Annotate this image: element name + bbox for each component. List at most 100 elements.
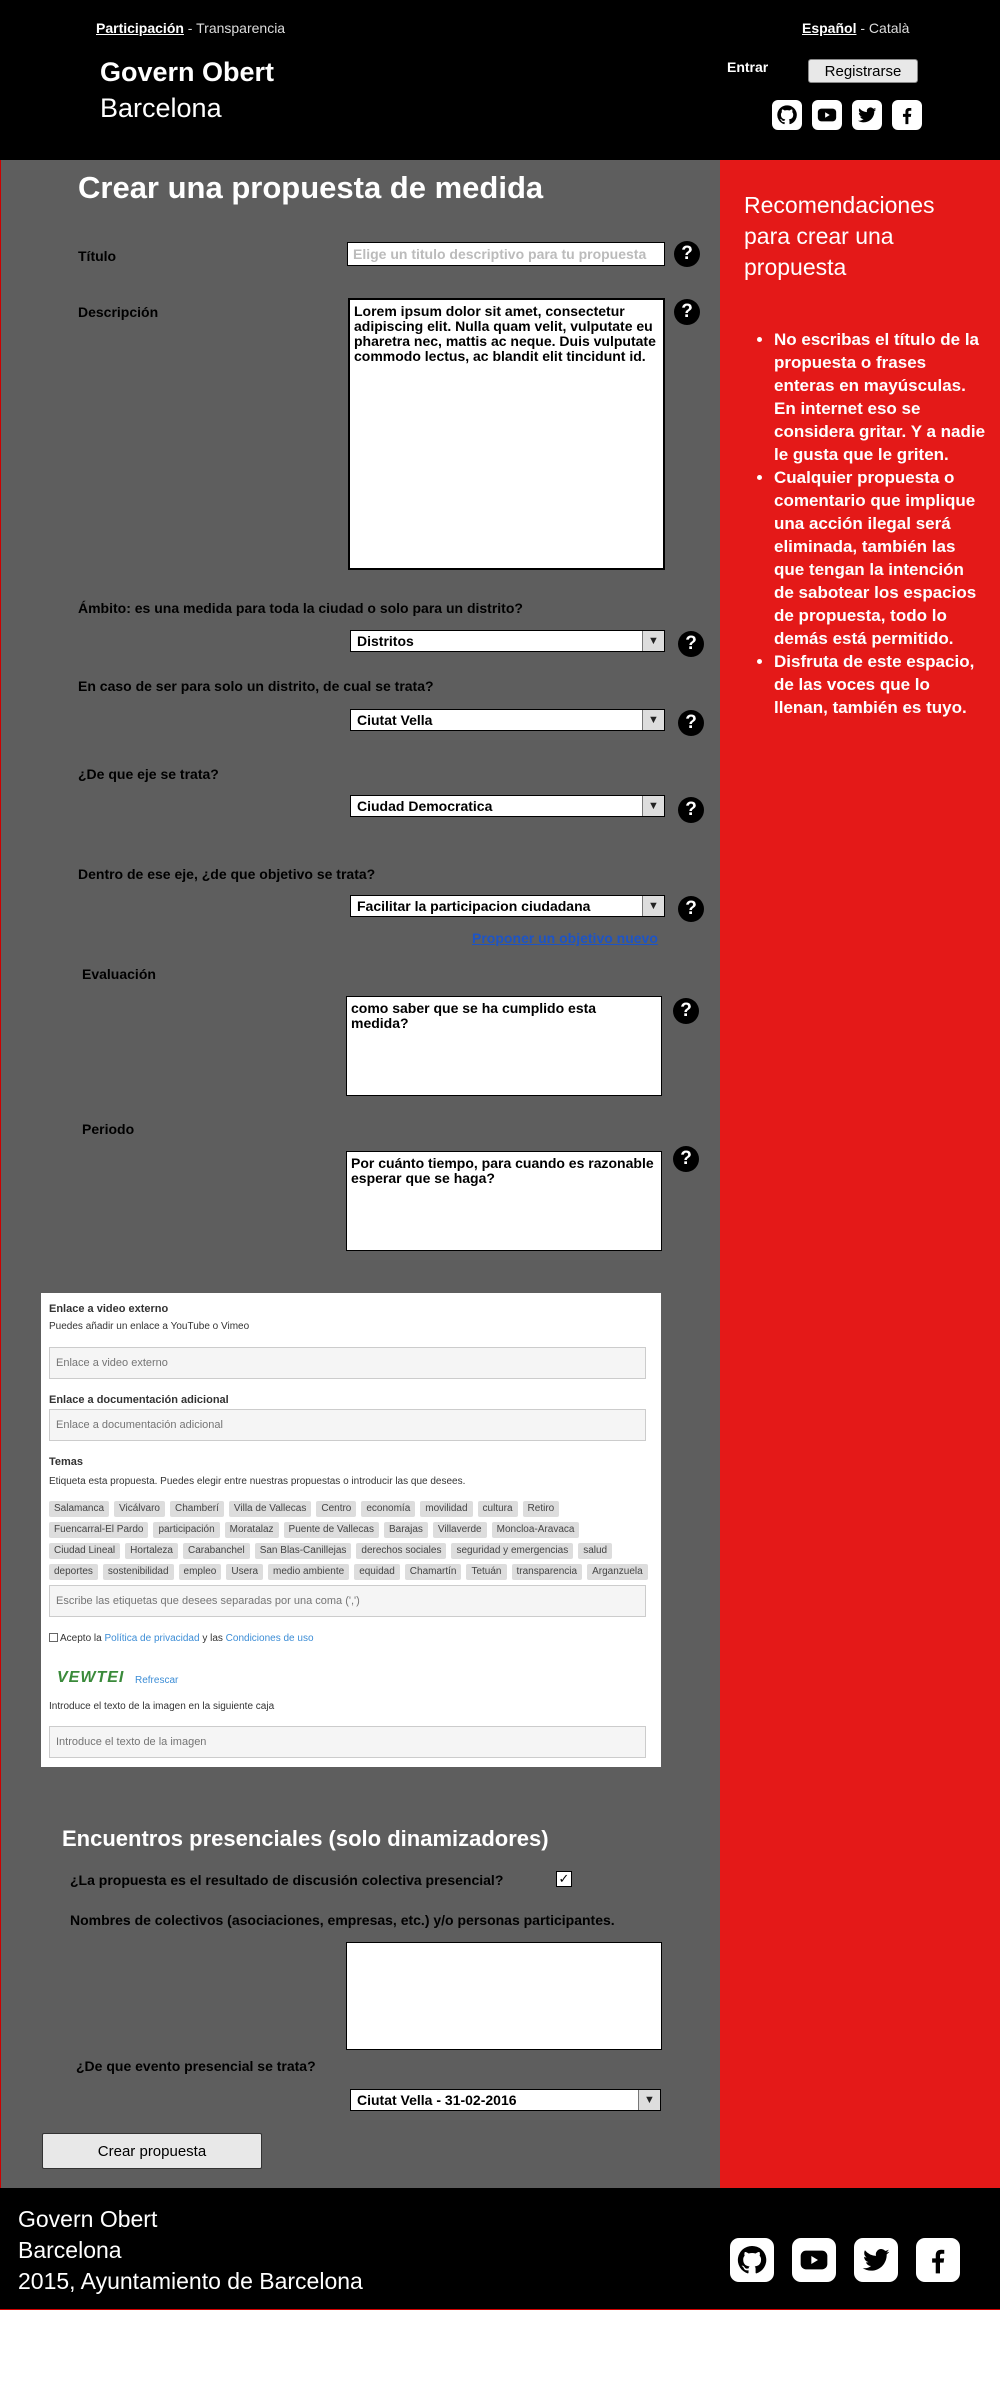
distrito-label: En caso de ser para solo un distrito, de… [78,678,434,694]
tags-input[interactable] [49,1585,646,1617]
eje-select[interactable]: Ciudad Democratica ▼ [350,795,665,817]
youtube-icon[interactable] [792,2238,836,2282]
facebook-icon[interactable] [892,100,922,130]
help-icon[interactable]: ? [678,896,704,922]
transparencia-link[interactable]: Transparencia [196,20,285,36]
tag-chip[interactable]: economía [361,1501,416,1517]
descripcion-textarea[interactable] [348,298,665,570]
tag-chip[interactable]: participación [153,1522,220,1538]
logo-line1: Govern Obert [100,57,275,87]
tag-chip[interactable]: Hortaleza [125,1543,178,1559]
captcha-image: VEWTEI [57,1669,125,1686]
tag-chip[interactable]: Barajas [383,1522,428,1538]
help-icon[interactable]: ? [678,631,704,657]
distrito-select[interactable]: Ciutat Vella ▼ [350,709,665,731]
tag-chip[interactable]: cultura [477,1501,518,1517]
proponer-objetivo-link[interactable]: Proponer un objetivo nuevo [472,930,658,946]
help-icon[interactable]: ? [674,241,700,267]
tag-chip[interactable]: empleo [178,1564,222,1580]
help-icon[interactable]: ? [673,998,699,1024]
help-icon[interactable]: ? [674,299,700,325]
facebook-icon[interactable] [916,2238,960,2282]
tag-chip[interactable]: equidad [354,1564,400,1580]
tag-chip[interactable]: medio ambiente [268,1564,350,1580]
titulo-label: Título [78,248,117,264]
participacion-link[interactable]: Participación [96,20,184,36]
ambito-label: Ámbito: es una medida para toda la ciuda… [78,600,523,616]
captcha-input[interactable] [49,1726,646,1758]
tag-chip[interactable]: Tetuán [466,1564,507,1580]
colectiva-checkbox[interactable]: ✓ [556,1871,572,1887]
objetivo-label: Dentro de ese eje, ¿de que objetivo se t… [78,866,376,882]
temas-help: Etiqueta esta propuesta. Puedes elegir e… [49,1476,466,1487]
eje-selected: Ciudad Democratica [357,798,493,814]
ambito-selected: Distritos [357,633,414,649]
tag-chip[interactable]: Ciudad Lineal [49,1543,121,1559]
video-input[interactable] [49,1347,646,1379]
dropdown-arrow-icon: ▼ [642,896,664,916]
titulo-input[interactable] [347,242,665,266]
register-button[interactable]: Registrarse [808,59,918,83]
ambito-select[interactable]: Distritos ▼ [350,630,665,652]
tag-chip[interactable]: Fuencarral-El Pardo [49,1522,149,1538]
periodo-textarea[interactable] [346,1151,662,1251]
nav-separator: - [183,20,197,36]
privacy-link[interactable]: Política de privacidad [104,1633,199,1644]
conditions-link[interactable]: Condiciones de uso [226,1633,314,1644]
help-icon[interactable]: ? [678,710,704,736]
help-icon[interactable]: ? [673,1146,699,1172]
crear-propuesta-button[interactable]: Crear propuesta [42,2133,262,2169]
twitter-icon[interactable] [854,2238,898,2282]
tag-chip[interactable]: transparencia [511,1564,583,1580]
tag-chip[interactable]: Chamartín [404,1564,462,1580]
top-nav: Participación - Transparencia [96,20,285,36]
evaluacion-label: Evaluación [82,966,156,982]
tag-chip[interactable]: Moncloa-Aravaca [491,1522,580,1538]
tag-chip[interactable]: Vicálvaro [114,1501,165,1517]
login-link[interactable]: Entrar [727,59,768,75]
tag-chip[interactable]: Usera [226,1564,264,1580]
tag-chip[interactable]: Centro [316,1501,357,1517]
colectivos-label: Nombres de colectivos (asociaciones, emp… [70,1912,615,1928]
tag-chip[interactable]: movilidad [420,1501,473,1517]
tag-chip[interactable]: Chamberí [169,1501,224,1517]
doc-input[interactable] [49,1409,646,1441]
lang-espanol[interactable]: Español [802,20,856,36]
twitter-icon[interactable] [852,100,882,130]
footer-line2: Barcelona [18,2237,122,2263]
evaluacion-textarea[interactable] [346,996,662,1096]
recommendations-list: No escribas el título de la propuesta o … [774,328,986,719]
help-icon[interactable]: ? [678,797,704,823]
dropdown-arrow-icon: ▼ [642,796,664,816]
evento-select[interactable]: Ciutat Vella - 31-02-2016 ▼ [350,2089,661,2111]
colectivos-textarea[interactable] [346,1942,662,2050]
tag-chip[interactable]: Puente de Vallecas [283,1522,379,1538]
tag-chip[interactable]: Moratalaz [224,1522,279,1538]
lang-catala[interactable]: Català [869,20,909,36]
lang-separator: - [856,20,869,36]
tag-chip[interactable]: Carabanchel [182,1543,250,1559]
github-icon[interactable] [730,2238,774,2282]
captcha-refresh-link[interactable]: Refrescar [135,1675,178,1686]
tag-chip[interactable]: seguridad y emergencias [451,1543,574,1559]
site-logo[interactable]: Govern Obert Barcelona [100,54,274,126]
page-title: Crear una propuesta de medida [78,170,544,205]
tag-chip[interactable]: derechos sociales [356,1543,447,1559]
tag-chip[interactable]: San Blas-Canillejas [254,1543,352,1559]
periodo-label: Periodo [82,1121,135,1137]
objetivo-select[interactable]: Facilitar la participacion ciudadana ▼ [350,895,665,917]
tag-chip[interactable]: Retiro [522,1501,560,1517]
accept-checkbox[interactable] [49,1633,58,1642]
tag-chip[interactable]: salud [578,1543,613,1559]
tag-chip[interactable]: Salamanca [49,1501,110,1517]
github-icon[interactable] [772,100,802,130]
tag-chip[interactable]: sostenibilidad [102,1564,174,1580]
recommendations-sidebar: Recomendaciones para crear una propuesta… [720,160,1000,2188]
tag-chip[interactable]: Villa de Vallecas [228,1501,312,1517]
tag-chip[interactable]: Villaverde [432,1522,487,1538]
dropdown-arrow-icon: ▼ [638,2090,660,2110]
tag-chip[interactable]: Arganzuela [587,1564,648,1580]
objetivo-selected: Facilitar la participacion ciudadana [357,898,591,914]
tag-chip[interactable]: deportes [49,1564,98,1580]
youtube-icon[interactable] [812,100,842,130]
